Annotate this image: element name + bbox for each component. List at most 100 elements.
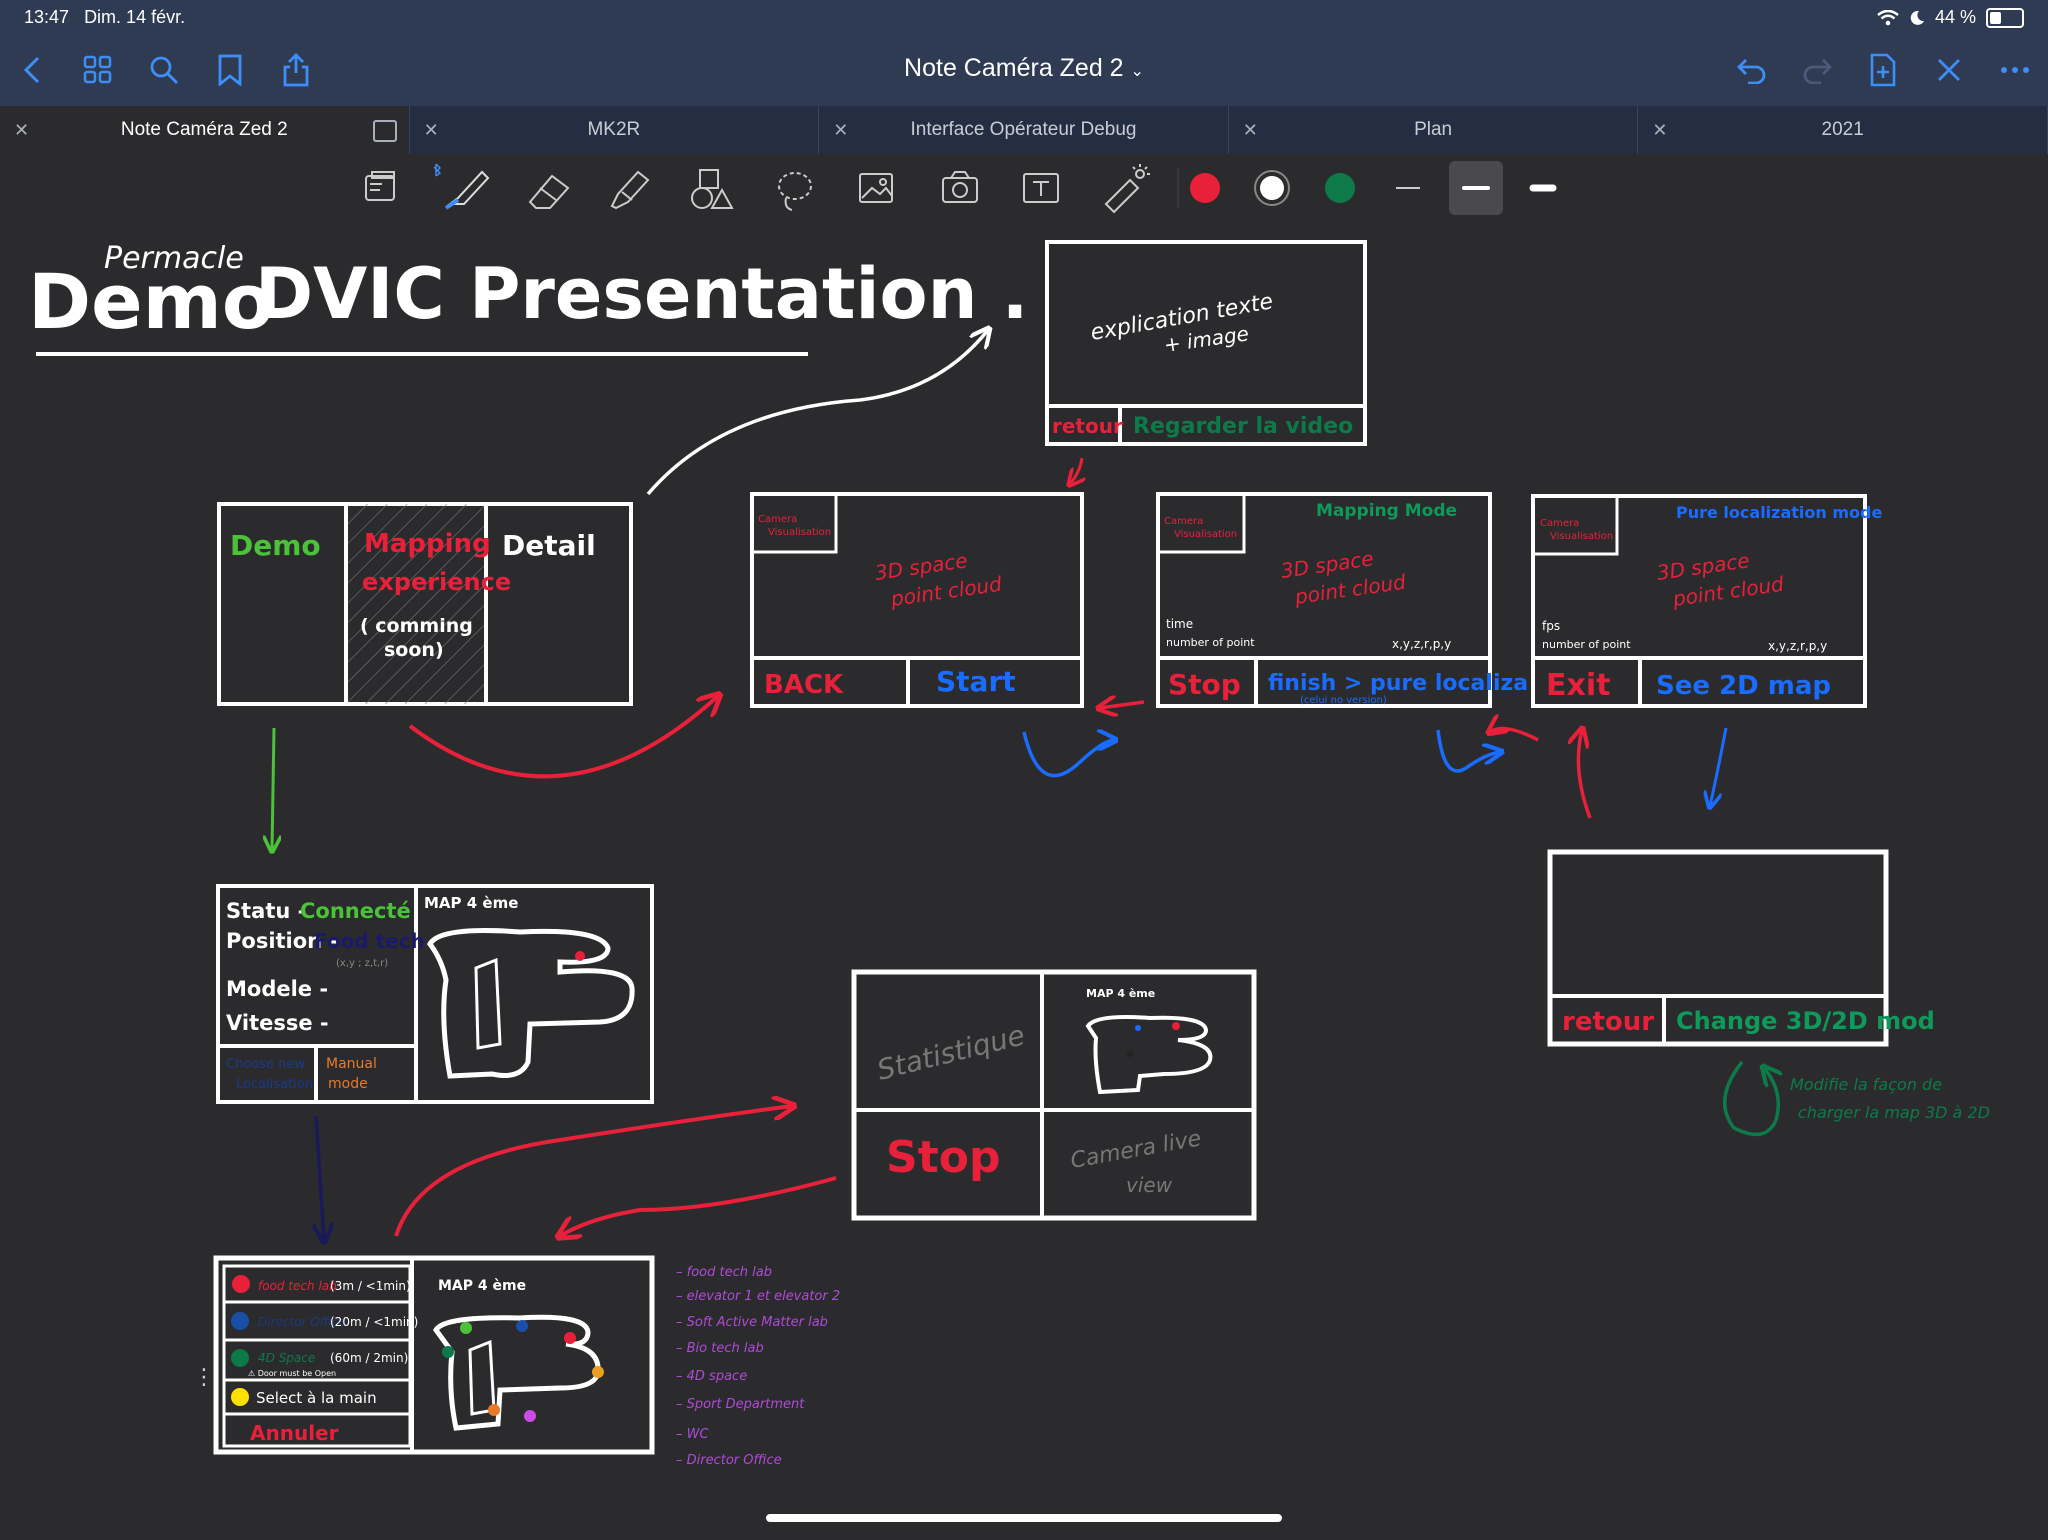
menu-soon: soon) xyxy=(384,639,444,661)
drag-handle-icon[interactable]: ⋮ xyxy=(193,1364,215,1390)
drawing-toolbar xyxy=(0,154,2048,222)
tab-close-icon[interactable]: ✕ xyxy=(1243,106,1258,154)
arrow-menu-to-screen1 xyxy=(408,696,718,779)
tab-2021[interactable]: ✕ 2021 xyxy=(1638,106,2048,154)
svg-text:MAP 4 ème: MAP 4 ème xyxy=(1086,987,1155,1000)
side-note-line2: charger la map 3D à 2D xyxy=(1798,1103,1990,1122)
tab-close-icon[interactable]: ✕ xyxy=(14,106,29,154)
svg-text:Mapping Mode: Mapping Mode xyxy=(1316,501,1457,521)
location-legend: – food tech lab – elevator 1 et elevator… xyxy=(676,1265,840,1468)
lasso-icon[interactable] xyxy=(778,172,812,211)
svg-text:– Soft Active Matter lab: – Soft Active Matter lab xyxy=(676,1315,828,1330)
color-red-swatch[interactable] xyxy=(1190,173,1220,203)
tab-close-icon[interactable]: ✕ xyxy=(424,106,439,154)
title-dvic-presentation: DVIC Presentation . xyxy=(255,253,1028,335)
svg-text:Choose new: Choose new xyxy=(226,1057,305,1072)
bluetooth-icon xyxy=(433,163,442,177)
explain-record: Regarder la video xyxy=(1133,414,1353,439)
home-indicator[interactable] xyxy=(766,1514,1282,1522)
stats-screen-sketch: Statistique MAP 4 ème Stop Camera live v… xyxy=(851,969,1257,1221)
tab-label: Note Caméra Zed 2 xyxy=(120,119,288,140)
screen1-back: BACK xyxy=(764,670,844,700)
main-menu-sketch: Demo Mapping experience ( comming soon) … xyxy=(217,502,633,706)
menu-demo: Demo xyxy=(230,529,321,562)
green-cycle-arrow xyxy=(1722,1060,1779,1137)
svg-text:Statistique: Statistique xyxy=(874,1018,1028,1086)
battery-icon xyxy=(1986,7,2024,28)
status-date: Dim. 14 févr. xyxy=(84,7,186,27)
tab-bar: ✕ Note Caméra Zed 2 ✕ MK2R ✕ Interface Opér… xyxy=(0,106,2048,154)
svg-text:x,y,z,r,p,y: x,y,z,r,p,y xyxy=(1768,639,1827,653)
svg-text:– Sport Department: – Sport Department xyxy=(676,1397,805,1412)
tab-interface[interactable]: ✕ Interface Opérateur Debug xyxy=(819,106,1229,154)
screen4-retour: retour xyxy=(1562,1007,1654,1037)
map-toggle-screen-sketch: retour Change 3D/2D mod xyxy=(1547,849,1935,1047)
tab-close-icon[interactable]: ✕ xyxy=(833,106,848,154)
svg-text:Connecté: Connecté xyxy=(300,899,411,923)
tab-label: Plan xyxy=(1414,119,1453,140)
svg-text:fps: fps xyxy=(1542,619,1560,633)
tab-close-icon[interactable]: ✕ xyxy=(1652,106,1667,154)
laser-pointer-icon[interactable] xyxy=(1104,164,1150,214)
status-left: 13:47 Dim. 14 févr. xyxy=(24,7,185,28)
arrow-stats-to-dest xyxy=(560,1176,837,1236)
text-icon[interactable] xyxy=(1023,173,1059,203)
color-green-swatch[interactable] xyxy=(1325,173,1355,203)
svg-text:– 4D space: – 4D space xyxy=(676,1369,747,1384)
image-icon[interactable] xyxy=(859,173,893,203)
svg-text:(celui no version): (celui no version) xyxy=(1300,695,1387,706)
tab-mk2r[interactable]: ✕ MK2R xyxy=(410,106,820,154)
svg-text:(x,y ; z,t,r): (x,y ; z,t,r) xyxy=(336,958,388,969)
destination-screen-sketch: food tech lab (3m / <1min) Director Offi… xyxy=(213,1255,655,1455)
close-icon[interactable] xyxy=(1929,50,1969,90)
color-white-swatch-fill[interactable] xyxy=(1260,176,1284,200)
chevron-down-icon: ⌄ xyxy=(1130,63,1144,80)
camera-icon[interactable] xyxy=(942,171,978,203)
arrow-blue-curl-2 xyxy=(1436,729,1500,773)
svg-text:(20m / <1min): (20m / <1min) xyxy=(330,1315,418,1329)
mapping-screen-sketch: Camera Visualisation Mapping Mode 3D spa… xyxy=(1156,492,1528,708)
menu-experience: experience xyxy=(362,568,511,596)
localization-screen-sketch: Camera Visualisation Pure localization m… xyxy=(1531,494,1882,708)
camera-screen-sketch: Camera Visualisation 3D space point clou… xyxy=(750,492,1084,708)
arrow-status-to-dest xyxy=(316,1115,324,1240)
menu-mapping: Mapping xyxy=(364,529,491,559)
svg-text:number of point: number of point xyxy=(1542,638,1631,651)
svg-text:food tech lab: food tech lab xyxy=(258,1279,337,1293)
eraser-icon[interactable] xyxy=(528,174,570,209)
pen-icon[interactable] xyxy=(444,170,490,210)
arrow-explain-to-screen1 xyxy=(1070,457,1082,484)
battery-percent: 44 % xyxy=(1934,7,1976,27)
page-layout-icon[interactable] xyxy=(365,171,395,201)
svg-text:Visualisation: Visualisation xyxy=(1550,531,1613,542)
split-view-icon[interactable] xyxy=(372,120,397,142)
explain-retour: retour xyxy=(1052,414,1123,438)
arrow-blue-curl-1 xyxy=(1022,732,1114,778)
svg-text:– food tech lab: – food tech lab xyxy=(676,1265,772,1280)
tab-plan[interactable]: ✕ Plan xyxy=(1229,106,1639,154)
highlighter-icon[interactable] xyxy=(610,170,650,210)
redo-icon[interactable] xyxy=(1797,50,1837,90)
tab-label: 2021 xyxy=(1821,119,1864,140)
shapes-icon[interactable] xyxy=(691,169,734,209)
add-page-icon[interactable] xyxy=(1863,50,1903,90)
undo-icon[interactable] xyxy=(1732,50,1772,90)
svg-text:Camera: Camera xyxy=(758,514,797,525)
note-canvas[interactable]: Permacle Demo DVIC Presentation . explic… xyxy=(0,222,2048,1535)
arrow-demo-to-status xyxy=(272,727,274,850)
svg-text:x,y,z,r,p,y: x,y,z,r,p,y xyxy=(1392,637,1451,651)
explanation-screen-sketch: explication texte + image retour Regarde… xyxy=(1045,240,1367,446)
svg-text:– Bio tech lab: – Bio tech lab xyxy=(676,1341,764,1356)
svg-text:Select à la main: Select à la main xyxy=(256,1389,377,1407)
screen1-start: Start xyxy=(936,665,1016,698)
status-screen-sketch: Statu - Connecté Position - Food tech (x… xyxy=(216,884,654,1104)
tab-note-camera[interactable]: ✕ Note Caméra Zed 2 xyxy=(0,106,410,154)
wifi-icon xyxy=(1877,9,1899,25)
arrow-screen3-to-screen4 xyxy=(1710,727,1728,806)
svg-text:Camera live: Camera live xyxy=(1069,1126,1203,1174)
screen2-stop: Stop xyxy=(1168,668,1241,701)
svg-text:MAP 4 ème: MAP 4 ème xyxy=(424,894,518,912)
more-icon[interactable] xyxy=(1995,50,2035,90)
tab-label: Interface Opérateur Debug xyxy=(910,119,1137,140)
svg-text:Modele -: Modele - xyxy=(226,977,328,1001)
